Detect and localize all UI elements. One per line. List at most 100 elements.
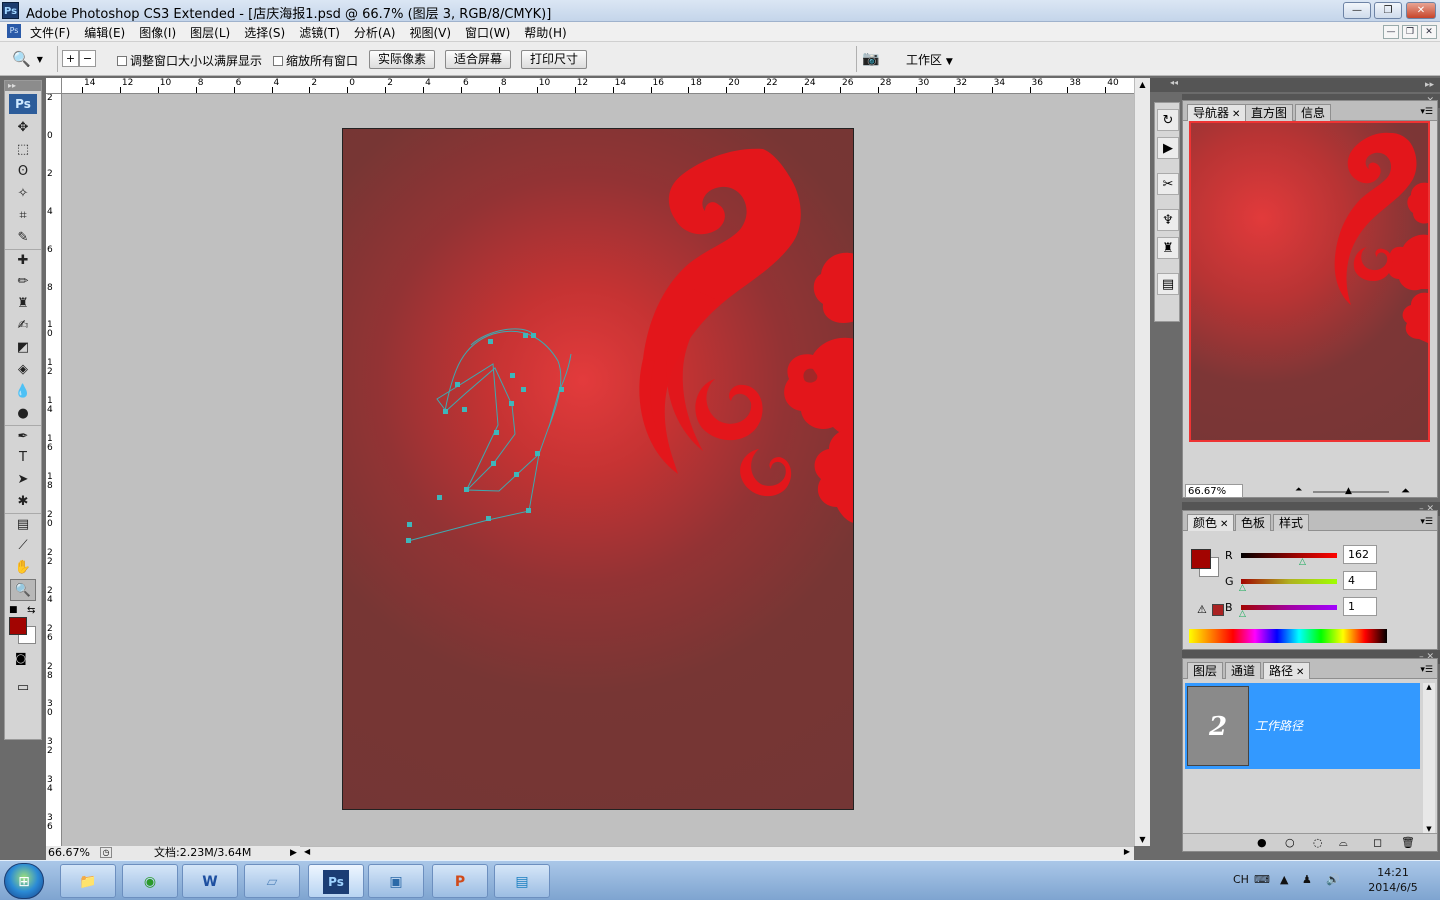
slider-knob-icon[interactable]: △ (1239, 609, 1246, 619)
vertical-scrollbar[interactable]: ▲ ▼ (1134, 78, 1150, 846)
eyedropper-tool-icon[interactable]: ⟋ (5, 535, 41, 557)
gamut-warning-icon[interactable]: ⚠ (1197, 603, 1207, 616)
quick-mask-icon[interactable]: ◙ (15, 651, 27, 665)
tab-layers[interactable]: 图层 (1187, 662, 1224, 679)
close-button[interactable]: ✕ (1406, 2, 1436, 19)
blur-tool-icon[interactable]: 💧 (5, 381, 41, 403)
magic-wand-tool-icon[interactable]: ✧ (5, 183, 41, 205)
path-list-item[interactable]: 2 工作路径 (1185, 683, 1420, 769)
crop-tool-icon[interactable]: ⌗ (5, 205, 41, 227)
path-name[interactable]: 工作路径 (1255, 717, 1303, 734)
move-tool-icon[interactable]: ✥ (5, 117, 41, 139)
load-selection-icon[interactable]: ◌ (1313, 836, 1323, 849)
screen-mode-icon[interactable]: ▭ (5, 677, 41, 699)
dodge-tool-icon[interactable]: ● (5, 403, 41, 425)
status-zoom-icon[interactable]: ◷ (100, 847, 112, 858)
scroll-up-icon[interactable]: ▲ (1135, 80, 1150, 89)
brushes-panel-icon[interactable]: ♆ (1157, 209, 1179, 231)
taskbar-browser[interactable]: ◉ (122, 864, 178, 898)
new-path-icon[interactable]: ◻ (1373, 836, 1382, 849)
slider-knob-icon[interactable]: ▲ (1345, 486, 1352, 496)
volume-icon[interactable]: 🔊 (1326, 873, 1340, 886)
menu-window[interactable]: 窗口(W) (465, 24, 510, 41)
tool-presets-panel-icon[interactable]: ✂ (1157, 173, 1179, 195)
custom-shape-tool-icon[interactable]: ✱ (5, 491, 41, 513)
toolbox-grip[interactable]: ▸▸ (5, 81, 41, 91)
navigator-zoom-field[interactable]: 66.67% (1185, 484, 1243, 498)
foreground-color-swatch[interactable] (9, 617, 27, 635)
type-tool-icon[interactable]: T (5, 447, 41, 469)
work-path[interactable] (407, 328, 572, 542)
horizontal-scrollbar[interactable]: ◀ ▶ (300, 846, 1134, 860)
layer-comps-panel-icon[interactable]: ▤ (1157, 273, 1179, 295)
swap-colors-icon[interactable]: ⇆ (27, 605, 35, 616)
menu-analysis[interactable]: 分析(A) (354, 24, 396, 41)
taskbar-word[interactable]: W (182, 864, 238, 898)
marquee-tool-icon[interactable]: ⬚ (5, 139, 41, 161)
history-brush-tool-icon[interactable]: ✍ (5, 315, 41, 337)
channel-r-input[interactable]: 162 (1343, 545, 1377, 564)
ruler-origin[interactable] (46, 78, 62, 94)
zoom-out-icon[interactable]: ⏶ (1295, 485, 1302, 495)
taskbar-photoshop[interactable]: Ps (308, 864, 364, 898)
menu-help[interactable]: 帮助(H) (524, 24, 566, 41)
channel-b-input[interactable]: 1 (1343, 597, 1377, 616)
input-language[interactable]: CH (1233, 873, 1249, 886)
status-menu-arrow-icon[interactable]: ▶ (290, 846, 297, 860)
tab-paths[interactable]: 路径 ✕ (1263, 662, 1311, 679)
menu-edit[interactable]: 编辑(E) (84, 24, 125, 41)
pen-tool-icon[interactable]: ✒ (5, 425, 41, 447)
document-canvas[interactable] (342, 128, 854, 810)
zoom-tool-icon[interactable]: 🔍 (10, 579, 36, 601)
tool-preset-picker[interactable]: 🔍 ▼ (12, 49, 52, 69)
taskbar-explorer[interactable]: 📁 (60, 864, 116, 898)
tab-channels[interactable]: 通道 (1225, 662, 1262, 679)
status-zoom[interactable]: 66.67% (48, 846, 90, 860)
zoom-out-icon[interactable]: − (79, 50, 96, 67)
paint-bucket-tool-icon[interactable]: ◈ (5, 359, 41, 381)
channel-g-input[interactable]: 4 (1343, 571, 1377, 590)
menu-image[interactable]: 图像(I) (139, 24, 176, 41)
resize-windows-checkbox[interactable]: 调整窗口大小以满屏显示 (117, 52, 262, 69)
make-work-path-icon[interactable]: ⌓ (1339, 836, 1348, 850)
zoom-in-icon[interactable]: + (62, 50, 79, 67)
slice-tool-icon[interactable]: ✎ (5, 227, 41, 249)
scroll-up-icon[interactable]: ▲ (1423, 683, 1435, 691)
workspace-icon[interactable]: 📷 (862, 51, 879, 67)
hand-tool-icon[interactable]: ✋ (5, 557, 41, 579)
scroll-down-icon[interactable]: ▼ (1135, 835, 1150, 844)
paths-scrollbar[interactable]: ▲ ▼ (1423, 683, 1435, 833)
checkbox-box[interactable] (117, 55, 127, 66)
qq-icon[interactable]: ♟ (1302, 873, 1312, 886)
canvas-workspace[interactable] (62, 94, 1134, 846)
doc-restore-button[interactable]: ❐ (1402, 25, 1418, 39)
menu-file[interactable]: 文件(F) (30, 24, 70, 41)
checkbox-box[interactable] (273, 55, 283, 66)
menu-layer[interactable]: 图层(L) (190, 24, 230, 41)
default-colors-icon[interactable]: ■ (9, 605, 18, 615)
slider-knob-icon[interactable]: △ (1299, 557, 1306, 567)
panel-menu-icon[interactable]: ▾☰ (1420, 517, 1433, 527)
system-clock[interactable]: 14:21 2014/6/5 (1358, 865, 1428, 895)
brush-tool-icon[interactable]: ✏ (5, 271, 41, 293)
minimize-button[interactable]: — (1343, 2, 1371, 19)
doc-close-button[interactable]: ✕ (1421, 25, 1437, 39)
taskbar-notepad[interactable]: ▱ (244, 864, 300, 898)
scroll-left-icon[interactable]: ◀ (304, 847, 310, 856)
color-foreground-swatch[interactable] (1191, 549, 1211, 569)
channel-b-slider[interactable] (1241, 605, 1337, 610)
slider-knob-icon[interactable]: △ (1239, 583, 1246, 593)
menu-view[interactable]: 视图(V) (409, 24, 451, 41)
actions-panel-icon[interactable]: ▶ (1157, 137, 1179, 159)
taskbar-powerpoint[interactable]: P (432, 864, 488, 898)
panel-menu-icon[interactable]: ▾☰ (1420, 665, 1433, 675)
taskbar-app[interactable]: ▤ (494, 864, 550, 898)
panel-menu-icon[interactable]: ▾☰ (1420, 107, 1433, 117)
tab-navigator[interactable]: 导航器 ✕ (1187, 104, 1247, 121)
channel-g-slider[interactable] (1241, 579, 1337, 584)
document-icon[interactable]: Ps (7, 24, 21, 38)
tab-info[interactable]: 信息 (1295, 104, 1332, 121)
dock-expand-icon[interactable]: ▸▸ (1182, 78, 1440, 92)
close-icon[interactable]: ✕ (1232, 109, 1240, 120)
actual-pixels-button[interactable]: 实际像素 (369, 50, 435, 69)
